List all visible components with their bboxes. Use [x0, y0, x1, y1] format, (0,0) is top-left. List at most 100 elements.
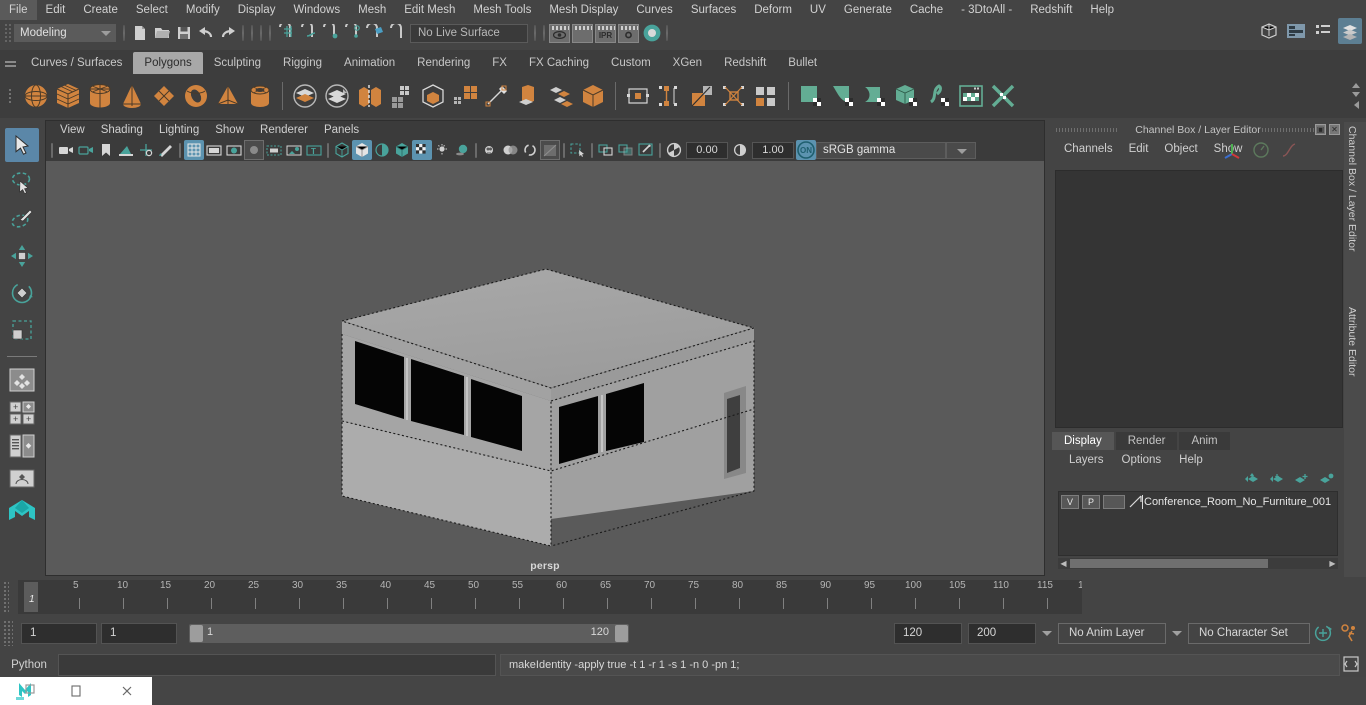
smooth-shade-icon[interactable]: [352, 140, 372, 160]
restore-window-icon[interactable]: [51, 677, 102, 705]
exposure-field[interactable]: 0.00: [686, 141, 728, 159]
texture-filter-icon[interactable]: [636, 140, 656, 160]
viewport-toolbar-grip[interactable]: [48, 140, 56, 160]
color-management-field[interactable]: sRGB gamma: [816, 141, 946, 159]
xray-icon[interactable]: [568, 140, 588, 160]
menu-mesh-display[interactable]: Mesh Display: [540, 0, 627, 20]
color-management-toggle-icon[interactable]: ON: [796, 140, 816, 160]
shelf-tab-redshift[interactable]: Redshift: [713, 52, 778, 74]
hardware-texturing-icon[interactable]: [392, 140, 412, 160]
connect-components-icon[interactable]: [718, 79, 750, 113]
image-plane-icon[interactable]: [116, 140, 136, 160]
ipr-render-icon[interactable]: IPR: [595, 23, 616, 43]
gate-mask-icon[interactable]: [244, 140, 264, 160]
character-set-dropdown-arrow[interactable]: [1166, 622, 1188, 644]
menu-set-selector[interactable]: Modeling: [14, 24, 94, 42]
new-layer-from-selected-icon[interactable]: [1319, 473, 1334, 485]
layer-tab-display[interactable]: Display: [1052, 432, 1114, 451]
menu-surfaces[interactable]: Surfaces: [682, 0, 745, 20]
bookmark-icon[interactable]: [96, 140, 116, 160]
channel-menu-channels[interactable]: Channels: [1056, 143, 1121, 155]
menu-help[interactable]: Help: [1081, 0, 1123, 20]
shelf-tab-rigging[interactable]: Rigging: [272, 52, 334, 74]
multisample-aa-icon[interactable]: [500, 140, 520, 160]
layer-visibility-toggle[interactable]: V: [1061, 494, 1079, 509]
xray-joints-icon[interactable]: [596, 140, 616, 160]
maya-app-icon[interactable]: [0, 677, 51, 705]
channel-box-content[interactable]: [1055, 170, 1343, 428]
layer-scroll-left-arrow[interactable]: ◀: [1058, 559, 1069, 568]
menu-edit[interactable]: Edit: [37, 0, 75, 20]
status-separator-5[interactable]: [266, 22, 275, 44]
render-view-icon[interactable]: [549, 23, 570, 43]
hypergraph-layout-icon[interactable]: [6, 464, 38, 494]
layer-name[interactable]: Conference_Room_No_Furniture_001: [1144, 496, 1331, 508]
snap-to-point-icon[interactable]: [319, 22, 341, 44]
use-default-lighting-icon[interactable]: [412, 140, 432, 160]
smooth-icon[interactable]: [417, 79, 449, 113]
grease-pencil-icon[interactable]: [156, 140, 176, 160]
lasso-select-tool-icon[interactable]: [5, 165, 39, 199]
undock-icon[interactable]: ▣: [1315, 124, 1326, 135]
shelf-tab-animation[interactable]: Animation: [333, 52, 407, 74]
shelf-tab-bullet[interactable]: Bullet: [777, 52, 829, 74]
viewport-menu-renderer[interactable]: Renderer: [252, 124, 316, 136]
film-gate-icon[interactable]: [204, 140, 224, 160]
poly-cone-icon[interactable]: [116, 79, 148, 113]
safe-action-icon[interactable]: [284, 140, 304, 160]
shelf-grip[interactable]: [0, 74, 20, 118]
time-slider-grip[interactable]: [3, 581, 9, 613]
show-hide-tool-settings-icon[interactable]: [1311, 18, 1335, 44]
animation-start-time-field[interactable]: 1: [21, 622, 97, 644]
resolution-gate-icon[interactable]: [224, 140, 244, 160]
render-settings-icon[interactable]: [618, 23, 639, 43]
select-camera-icon[interactable]: [56, 140, 76, 160]
poly-cylinder-icon[interactable]: [84, 79, 116, 113]
shelf-tab-grip[interactable]: [0, 50, 20, 74]
shelf-tab-curves-surfaces[interactable]: Curves / Surfaces: [20, 52, 134, 74]
new-layer-icon[interactable]: [1294, 473, 1309, 485]
menu-deform[interactable]: Deform: [745, 0, 801, 20]
snap-to-view-plane-icon[interactable]: [363, 22, 385, 44]
layer-tab-anim[interactable]: Anim: [1179, 432, 1230, 451]
menu-cache[interactable]: Cache: [901, 0, 952, 20]
snap-to-grid-icon[interactable]: [275, 22, 297, 44]
layer-list[interactable]: V P Conference_Room_No_Furniture_001: [1058, 491, 1338, 556]
shelf-scroll-arrows[interactable]: [1348, 76, 1364, 116]
uv-editor-icon[interactable]: [795, 79, 827, 113]
mirror-icon[interactable]: [385, 79, 417, 113]
status-separator-6[interactable]: [531, 22, 540, 44]
gamma-icon[interactable]: [730, 140, 750, 160]
shelf-options-icon[interactable]: [1353, 101, 1359, 109]
new-scene-icon[interactable]: [129, 22, 151, 44]
isolate-select-icon[interactable]: [540, 140, 560, 160]
menu-mesh[interactable]: Mesh: [349, 0, 395, 20]
status-separator-4[interactable]: [257, 22, 266, 44]
close-window-icon[interactable]: [101, 677, 152, 705]
gamma-field[interactable]: 1.00: [752, 141, 794, 159]
extrude-icon[interactable]: [513, 79, 545, 113]
anim-layer-dropdown-arrow[interactable]: [1036, 622, 1058, 644]
undo-icon[interactable]: [195, 22, 217, 44]
poly-pyramid-icon[interactable]: [212, 79, 244, 113]
shelf-scroll-up-icon[interactable]: [1352, 83, 1360, 88]
layer-menu-options[interactable]: Options: [1113, 454, 1171, 466]
uv-planar-icon[interactable]: [827, 79, 859, 113]
layer-list-scrollbar[interactable]: ◀ ▶: [1058, 558, 1338, 569]
close-icon[interactable]: ✕: [1329, 124, 1340, 135]
shelf-scroll-down-icon[interactable]: [1352, 92, 1360, 97]
shelf-tab-rendering[interactable]: Rendering: [406, 52, 482, 74]
layer-menu-layers[interactable]: Layers: [1060, 454, 1113, 466]
snap-to-projected-center-icon[interactable]: [341, 22, 363, 44]
shelf-tab-xgen[interactable]: XGen: [661, 52, 714, 74]
layer-scroll-right-arrow[interactable]: ▶: [1327, 559, 1338, 568]
safe-title-icon[interactable]: T: [304, 140, 324, 160]
bridge-icon[interactable]: [577, 79, 609, 113]
menu-windows[interactable]: Windows: [284, 0, 349, 20]
shelf-tab-fx[interactable]: FX: [481, 52, 518, 74]
channel-menu-edit[interactable]: Edit: [1121, 143, 1157, 155]
status-separator-8[interactable]: [663, 22, 672, 44]
status-separator-2[interactable]: [239, 22, 248, 44]
command-input[interactable]: [58, 654, 496, 676]
menu-3dtoall[interactable]: - 3DtoAll -: [952, 0, 1021, 20]
